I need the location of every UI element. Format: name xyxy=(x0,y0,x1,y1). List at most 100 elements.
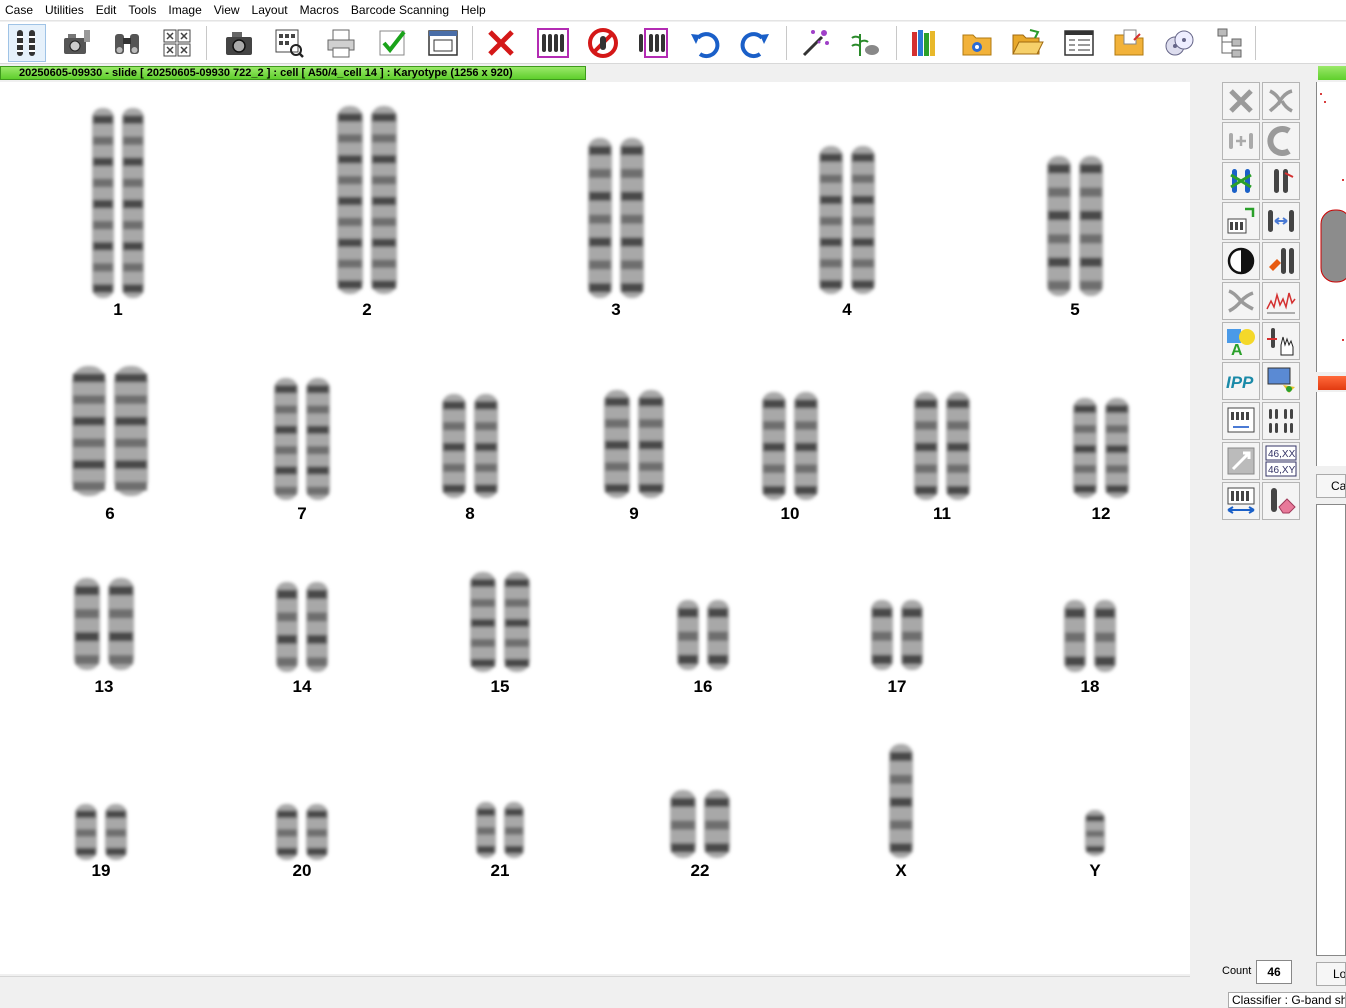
chromosome-pair-21[interactable]: 21 xyxy=(476,802,524,880)
chromosome[interactable] xyxy=(306,582,328,672)
palette-profile-button[interactable] xyxy=(1262,282,1300,320)
chromosome-pair-9[interactable]: 9 xyxy=(604,390,664,523)
palette-join-button[interactable] xyxy=(1222,122,1260,160)
palette-annotate-button[interactable]: A xyxy=(1222,322,1260,360)
chromosome-pair-7[interactable]: 7 xyxy=(274,378,330,523)
palette-erase-button[interactable] xyxy=(1262,482,1300,520)
chromosome-pair-11[interactable]: 11 xyxy=(914,392,970,523)
menu-edit[interactable]: Edit xyxy=(91,0,124,21)
karyotype-canvas[interactable]: 1 2 3 4 5 6 7 8 9 10 11 12 13 14 15 16 17 18 19 20 21 22 X Y xyxy=(0,82,1190,974)
chromosome[interactable] xyxy=(1094,600,1116,672)
palette-contrast-button[interactable] xyxy=(1222,242,1260,280)
chromosome[interactable] xyxy=(1085,810,1105,856)
palette-ipp-button[interactable]: IPP xyxy=(1222,362,1260,400)
karyotype-frame-button[interactable] xyxy=(634,24,672,62)
chromosome-pair-18[interactable]: 18 xyxy=(1064,600,1116,696)
chromosome[interactable] xyxy=(1047,156,1071,296)
chromosome[interactable] xyxy=(946,392,970,500)
chromosome-pair-3[interactable]: 3 xyxy=(588,138,644,319)
menu-tools[interactable]: Tools xyxy=(123,0,163,21)
plant-button[interactable] xyxy=(846,24,884,62)
chromosome[interactable] xyxy=(794,392,818,500)
redo-button[interactable] xyxy=(736,24,774,62)
chromosome[interactable] xyxy=(871,600,893,670)
metaphase-grid-button[interactable] xyxy=(158,24,196,62)
settings-folder-button[interactable] xyxy=(958,24,996,62)
menu-help[interactable]: Help xyxy=(456,0,493,21)
menu-image[interactable]: Image xyxy=(163,0,208,21)
chromosome-pair-13[interactable]: 13 xyxy=(74,578,134,696)
chromosome[interactable] xyxy=(470,572,496,672)
capture-button[interactable] xyxy=(58,24,96,62)
chromosome-pair-10[interactable]: 10 xyxy=(762,392,818,523)
window-button[interactable] xyxy=(424,24,462,62)
palette-split-button[interactable] xyxy=(1262,162,1300,200)
binoculars-button[interactable] xyxy=(108,24,146,62)
cancel-button[interactable] xyxy=(584,24,622,62)
chromosome[interactable] xyxy=(504,572,530,672)
chromosome-pair-12[interactable]: 12 xyxy=(1073,398,1129,523)
chromosome[interactable] xyxy=(476,802,496,858)
chromosome[interactable] xyxy=(670,790,696,858)
chromosome[interactable] xyxy=(114,366,148,496)
palette-layout-arrows-button[interactable] xyxy=(1222,482,1260,520)
menu-macros[interactable]: Macros xyxy=(295,0,346,21)
chromosome[interactable] xyxy=(122,108,144,298)
palette-color-button[interactable] xyxy=(1262,242,1300,280)
chromosome[interactable] xyxy=(638,390,664,498)
chromosome-pair-20[interactable]: 20 xyxy=(276,804,328,880)
palette-delete-button[interactable] xyxy=(1222,82,1260,120)
chromosome[interactable] xyxy=(1079,156,1103,296)
chromosome-pair-19[interactable]: 19 xyxy=(75,804,127,880)
list-view-button[interactable] xyxy=(1060,24,1098,62)
camera-button[interactable] xyxy=(220,24,258,62)
library-button[interactable] xyxy=(906,24,944,62)
chromosome[interactable] xyxy=(620,138,644,298)
chromosome[interactable] xyxy=(504,802,524,858)
chromosome[interactable] xyxy=(901,600,923,670)
side-list-panel[interactable] xyxy=(1316,504,1346,956)
chromosome[interactable] xyxy=(306,804,328,860)
chromosome[interactable] xyxy=(276,582,298,672)
chromosome-pair-17[interactable]: 17 xyxy=(871,600,923,696)
palette-crop-button[interactable] xyxy=(1222,442,1260,480)
chromosome[interactable] xyxy=(704,790,730,858)
open-folder-button[interactable] xyxy=(1008,24,1046,62)
chromosome-pair-1[interactable]: 1 xyxy=(92,108,144,319)
chromosome-pair-22[interactable]: 22 xyxy=(670,790,730,880)
chromosome-pair-15[interactable]: 15 xyxy=(470,572,530,696)
chromosome[interactable] xyxy=(276,804,298,860)
chromosome[interactable] xyxy=(1064,600,1086,672)
chromosome[interactable] xyxy=(442,394,466,498)
menu-case[interactable]: Case xyxy=(0,0,40,21)
chromosome[interactable] xyxy=(74,578,100,670)
print-button[interactable] xyxy=(322,24,360,62)
chromosome[interactable] xyxy=(108,578,134,670)
tree-button[interactable] xyxy=(1212,24,1250,62)
approve-button[interactable] xyxy=(374,24,412,62)
select-karyotype-button[interactable] xyxy=(534,24,572,62)
palette-bend-button[interactable] xyxy=(1262,122,1300,160)
delete-button[interactable] xyxy=(482,24,520,62)
chromosome[interactable] xyxy=(851,146,875,294)
inspect-button[interactable] xyxy=(270,24,308,62)
chromosome-pair-2[interactable]: 2 xyxy=(337,106,397,319)
undo-button[interactable] xyxy=(686,24,724,62)
palette-rotate-button[interactable] xyxy=(1222,202,1260,240)
chromosome[interactable] xyxy=(75,804,97,860)
chromosome[interactable] xyxy=(707,600,729,670)
chromosome[interactable] xyxy=(604,390,630,498)
menu-barcode-scanning[interactable]: Barcode Scanning xyxy=(346,0,456,21)
chromosome[interactable] xyxy=(588,138,612,298)
chromosome[interactable] xyxy=(371,106,397,294)
chromosome[interactable] xyxy=(677,600,699,670)
menu-layout[interactable]: Layout xyxy=(247,0,295,21)
export-folder-button[interactable] xyxy=(1110,24,1148,62)
chromosome-pair-X[interactable]: X xyxy=(889,744,913,880)
chromosome[interactable] xyxy=(306,378,330,500)
palette-hand-button[interactable] xyxy=(1262,322,1300,360)
chromosome-pair-6[interactable]: 6 xyxy=(72,366,148,523)
menu-utilities[interactable]: Utilities xyxy=(40,0,91,21)
disks-button[interactable] xyxy=(1160,24,1198,62)
chromosome[interactable] xyxy=(274,378,298,500)
